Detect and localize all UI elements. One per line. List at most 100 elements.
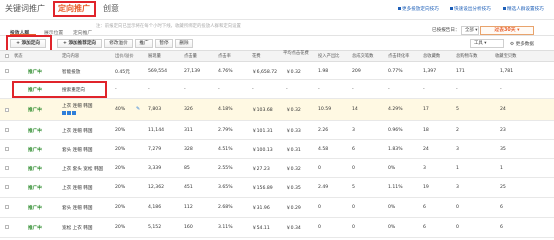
cvr-value: - (388, 87, 390, 92)
target-name: 上衣 连帽 韩国 (62, 104, 93, 109)
impressions-value: 7,279 (148, 147, 162, 152)
cost-value: ￥31.96 (252, 206, 270, 211)
price-value[interactable]: 40% (115, 107, 125, 112)
date-select-value: 全部 (465, 28, 474, 33)
more-data-link[interactable]: ⚙ 更多数据 (510, 41, 534, 47)
status-badge: 推广中 (28, 226, 42, 231)
edit-pencil-icon[interactable]: ✎ (136, 106, 140, 112)
price-value[interactable]: 20% (115, 185, 125, 190)
impressions-value: 11,144 (148, 128, 165, 133)
date-select[interactable]: 全部 ▾ (461, 26, 479, 35)
table-row: 推广中 上衣 连帽 韩国 20% 12,362 451 3.65% ￥156.8… (0, 178, 554, 198)
add-custom-targeting-button[interactable]: + 添加推荐定向 (57, 39, 102, 48)
pause-button[interactable]: 暂停 (155, 39, 173, 48)
row-checkbox[interactable] (5, 69, 9, 73)
deals-value: 6 (352, 147, 355, 152)
impressions-value: - (148, 87, 150, 92)
deals-value: 3 (352, 128, 355, 133)
tip-link-1[interactable]: 更多投放定向技巧 (398, 6, 439, 12)
header-status[interactable]: 状态 (14, 54, 23, 59)
table-row: 推广中 上衣 连帽 韩国 20% 11,144 311 2.79% ￥101.3… (0, 121, 554, 140)
status-badge: 推广中 (28, 206, 42, 211)
header-cart[interactable]: 总购物车数 (456, 54, 477, 59)
delete-button[interactable]: 删除 (175, 39, 193, 48)
row-checkbox[interactable] (5, 166, 9, 170)
clicks-value: 85 (184, 166, 190, 171)
header-cpc[interactable]: 平均点击花费 (283, 51, 313, 56)
favorites-value: 6 (423, 225, 426, 230)
ctr-value: 3.65% (218, 185, 233, 190)
favorites-value: 3 (423, 166, 426, 171)
price-value[interactable]: - (115, 87, 117, 92)
table-row: 推广中 套头 连帽 韩国 20% 7,279 328 4.51% ￥100.13… (0, 140, 554, 159)
tag-icon (72, 111, 76, 115)
target-name: 套头 连帽 韩国 (62, 148, 93, 153)
roi-value: 4.58 (318, 147, 329, 152)
row-checkbox[interactable] (5, 205, 9, 209)
period-selector[interactable]: 过去30天 ▾ (480, 26, 534, 35)
price-value[interactable]: 20% (115, 205, 125, 210)
roi-value: 0 (318, 166, 321, 171)
header-deals[interactable]: 总成交笔数 (352, 54, 373, 59)
tab-keyword-promotion[interactable]: 关键词推广 (5, 3, 45, 14)
row-checkbox[interactable] (5, 225, 9, 229)
status-badge: 推广中 (28, 148, 42, 153)
cart-value: 3 (456, 185, 459, 190)
select-all-checkbox[interactable] (5, 54, 9, 58)
cpc-value: ￥0.32 (286, 167, 301, 172)
price-value[interactable]: 0.45元 (115, 69, 130, 75)
status-badge: 推广中 (28, 186, 42, 191)
header-roi[interactable]: 投入产出比 (318, 54, 339, 59)
cpc-value: ￥0.34 (286, 226, 301, 231)
row-checkbox[interactable] (5, 128, 9, 132)
target-name: 套头 连帽 韩国 (62, 206, 93, 211)
tip-link-2[interactable]: 快速设出分析技巧 (450, 6, 491, 12)
cost-value: ￥54.11 (252, 226, 270, 231)
row-checkbox[interactable] (5, 108, 9, 112)
cost-value: ￥27.23 (252, 167, 270, 172)
roi-value: 2.49 (318, 185, 329, 190)
cvr-value: 0% (388, 166, 396, 171)
cart-value: 2 (456, 128, 459, 133)
hint-text: 注：前报定向已显示将在每个小时下线，收藏所绑定的投放人群和定向设置 (96, 24, 241, 29)
tip-link-3[interactable]: 精选人群设置技巧 (503, 6, 544, 12)
impressions-value: 569,554 (148, 69, 167, 74)
header-price[interactable]: 出价/溢价 (115, 54, 134, 59)
modify-price-button[interactable]: 修改溢价 (104, 39, 133, 48)
promote-button[interactable]: 推广 (135, 39, 153, 48)
tools-select[interactable]: 工具 ▾ (470, 39, 504, 48)
header-target[interactable]: 定向内容 (62, 54, 79, 59)
price-value[interactable]: 20% (115, 128, 125, 133)
header-ctr[interactable]: 点击率 (218, 54, 231, 59)
cvr-value: 1.83% (388, 147, 403, 152)
header-impressions[interactable]: 展现量 (148, 54, 161, 59)
price-value[interactable]: 20% (115, 166, 125, 171)
price-value[interactable]: 20% (115, 147, 125, 152)
ctr-value: 3.11% (218, 225, 233, 230)
clicks-value: - (184, 87, 186, 92)
row-checkbox[interactable] (5, 147, 9, 151)
row-checkbox[interactable] (5, 185, 9, 189)
cost-value: ￥103.68 (252, 108, 273, 113)
tab-creative[interactable]: 创意 (103, 3, 119, 14)
header-cost[interactable]: 花费 (252, 54, 261, 59)
header-cvr[interactable]: 点击转化率 (388, 54, 409, 59)
fav-items-value: 1 (500, 166, 503, 171)
tag-icon (62, 111, 66, 115)
cvr-value: 0.77% (388, 69, 403, 74)
ctr-value: - (218, 87, 220, 92)
cpc-value: ￥0.32 (286, 108, 301, 113)
status-badge: 推广中 (28, 167, 42, 172)
cost-value: ￥6,658.72 (252, 70, 278, 75)
price-value[interactable]: 20% (115, 225, 125, 230)
roi-value: - (318, 87, 320, 92)
roi-value: 10.59 (318, 107, 332, 112)
tip-link-label: 更多投放定向技巧 (402, 7, 439, 12)
roi-value: 2.26 (318, 128, 329, 133)
cost-value: ￥100.13 (252, 148, 273, 153)
tip-icon (398, 7, 401, 10)
header-fav-items[interactable]: 收藏宝贝数 (495, 54, 516, 59)
header-favorites[interactable]: 总收藏数 (423, 54, 440, 59)
header-clicks[interactable]: 点击量 (184, 54, 197, 59)
cart-value: 3 (456, 147, 459, 152)
